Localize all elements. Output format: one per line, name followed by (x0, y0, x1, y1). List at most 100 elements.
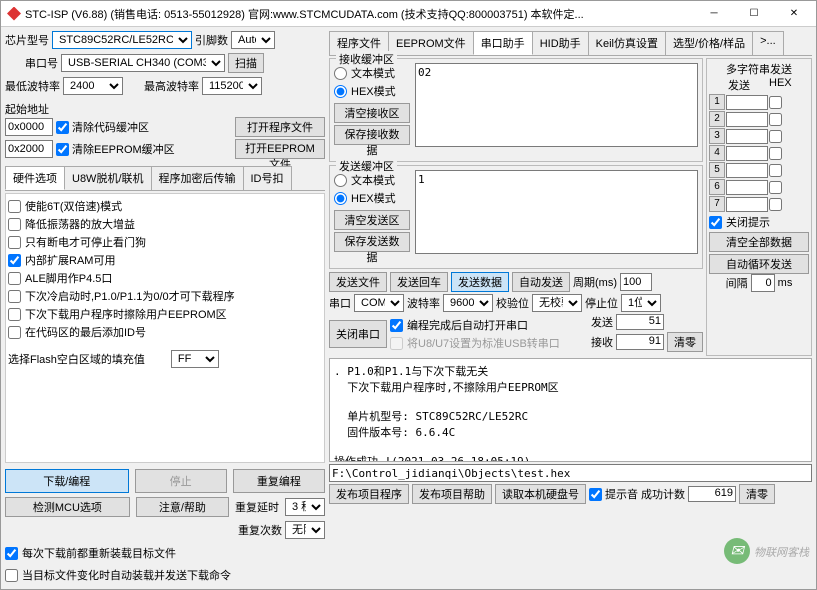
ms-btn-4[interactable]: 4 (709, 145, 725, 161)
tab-u8w[interactable]: U8W脱机/联机 (64, 166, 152, 190)
ms-hex-5[interactable] (769, 164, 782, 177)
clear-eeprom-checkbox[interactable] (56, 143, 69, 156)
ms-hex-2[interactable] (769, 113, 782, 126)
send-count-label: 发送 (591, 314, 613, 330)
repeat-count-select[interactable]: 无限 (285, 521, 325, 539)
clear-tx-button[interactable]: 清空发送区 (334, 210, 410, 230)
clear-all-button[interactable]: 清空全部数据 (709, 232, 809, 252)
send-data-button[interactable]: 发送数据 (451, 272, 509, 292)
ms-hex-7[interactable] (769, 198, 782, 211)
ms-input-6[interactable] (726, 180, 768, 195)
save-tx-button[interactable]: 保存发送数据 (334, 232, 410, 252)
detect-mcu-button[interactable]: 检测MCU选项 (5, 497, 130, 517)
tab-encrypt[interactable]: 程序加密后传输 (151, 166, 244, 190)
help-button[interactable]: 注意/帮助 (136, 497, 229, 517)
ms-input-7[interactable] (726, 197, 768, 212)
scan-button[interactable]: 扫描 (228, 53, 264, 73)
tab-keil[interactable]: Keil仿真设置 (588, 31, 666, 55)
ms-input-5[interactable] (726, 163, 768, 178)
ms-hex-1[interactable] (769, 96, 782, 109)
interval-input[interactable] (751, 274, 775, 292)
ms-btn-2[interactable]: 2 (709, 111, 725, 127)
tx-textarea[interactable]: 1 (415, 170, 698, 254)
pin-select[interactable]: Auto (231, 31, 275, 49)
addr2-input[interactable] (5, 140, 53, 158)
flash-fill-select[interactable]: FF (171, 350, 219, 368)
save-rx-button[interactable]: 保存接收数据 (334, 125, 410, 145)
hw-check-3[interactable] (8, 254, 21, 267)
start-addr-label: 起始地址 (5, 104, 49, 116)
rx-text-radio[interactable] (334, 67, 347, 80)
ms-hex-3[interactable] (769, 130, 782, 143)
period-input[interactable] (620, 273, 652, 291)
open-eeprom-button[interactable]: 打开EEPROM文件 (235, 139, 325, 159)
hw-check-5[interactable] (8, 290, 21, 303)
ms-btn-6[interactable]: 6 (709, 179, 725, 195)
hw-check-6[interactable] (8, 308, 21, 321)
tab-serial-helper[interactable]: 串口助手 (473, 31, 533, 55)
ms-input-4[interactable] (726, 146, 768, 161)
close-hint-checkbox[interactable] (709, 216, 722, 229)
send-cr-button[interactable]: 发送回车 (390, 272, 448, 292)
tab-hardware[interactable]: 硬件选项 (5, 166, 65, 190)
read-disk-button[interactable]: 读取本机硬盘号 (495, 484, 586, 504)
ms-btn-5[interactable]: 5 (709, 162, 725, 178)
port-select[interactable]: COM3 (354, 294, 404, 312)
download-button[interactable]: 下载/编程 (5, 469, 129, 493)
hw-check-7[interactable] (8, 326, 21, 339)
tab-hid[interactable]: HID助手 (532, 31, 589, 55)
stop-button[interactable]: 停止 (135, 469, 227, 493)
clear-code-checkbox[interactable] (56, 121, 69, 134)
auto-reload-checkbox[interactable] (5, 547, 18, 560)
tab-price[interactable]: 选型/价格/样品 (665, 31, 753, 55)
maximize-button[interactable]: ☐ (734, 2, 774, 26)
chip-label: 芯片型号 (5, 32, 49, 48)
chip-select[interactable]: STC89C52RC/LE52RC (52, 31, 192, 49)
tx-text-radio[interactable] (334, 174, 347, 187)
ms-hex-4[interactable] (769, 147, 782, 160)
hw-check-1[interactable] (8, 218, 21, 231)
ms-btn-3[interactable]: 3 (709, 128, 725, 144)
minimize-button[interactable]: ─ (694, 2, 734, 26)
serial-select[interactable]: USB-SERIAL CH340 (COM3) (61, 54, 225, 72)
ms-btn-7[interactable]: 7 (709, 196, 725, 212)
tab-more[interactable]: >... (752, 31, 784, 55)
parity-select[interactable]: 无校验 (532, 294, 582, 312)
hw-check-4[interactable] (8, 272, 21, 285)
max-baud-select[interactable]: 115200 (202, 77, 262, 95)
repeat-delay-select[interactable]: 3 秒 (285, 498, 325, 516)
addr1-input[interactable] (5, 118, 53, 136)
hw-check-0[interactable] (8, 200, 21, 213)
hint-checkbox[interactable] (589, 488, 602, 501)
rx-textarea[interactable]: 02 (415, 63, 698, 147)
ms-input-1[interactable] (726, 95, 768, 110)
u8u7-checkbox (390, 337, 403, 350)
ms-input-2[interactable] (726, 112, 768, 127)
open-prog-button[interactable]: 打开程序文件 (235, 117, 325, 137)
hw-check-2[interactable] (8, 236, 21, 249)
auto-detect-checkbox[interactable] (5, 569, 18, 582)
clear-rx-button[interactable]: 清空接收区 (334, 103, 410, 123)
stop-select[interactable]: 1位 (621, 294, 661, 312)
auto-open-checkbox[interactable] (390, 319, 403, 332)
close-port-button[interactable]: 关闭串口 (329, 320, 387, 348)
tx-hex-radio[interactable] (334, 192, 347, 205)
min-baud-select[interactable]: 2400 (63, 77, 123, 95)
hex-path-input[interactable] (329, 464, 812, 482)
rx-hex-radio[interactable] (334, 85, 347, 98)
reprogram-button[interactable]: 重复编程 (233, 469, 325, 493)
tab-id[interactable]: ID号扣 (243, 166, 292, 190)
auto-send-button[interactable]: 自动发送 (512, 272, 570, 292)
close-button[interactable]: ✕ (774, 2, 814, 26)
ms-input-3[interactable] (726, 129, 768, 144)
send-file-button[interactable]: 发送文件 (329, 272, 387, 292)
tab-eeprom-file[interactable]: EEPROM文件 (388, 31, 474, 55)
publish-prog-button[interactable]: 发布项目程序 (329, 484, 409, 504)
ms-btn-1[interactable]: 1 (709, 94, 725, 110)
clear-zero-button[interactable]: 清零 (667, 332, 703, 352)
ms-hex-6[interactable] (769, 181, 782, 194)
clear-zero2-button[interactable]: 清零 (739, 484, 775, 504)
publish-help-button[interactable]: 发布项目帮助 (412, 484, 492, 504)
auto-loop-button[interactable]: 自动循环发送 (709, 254, 809, 274)
baud-select[interactable]: 9600 (443, 294, 493, 312)
